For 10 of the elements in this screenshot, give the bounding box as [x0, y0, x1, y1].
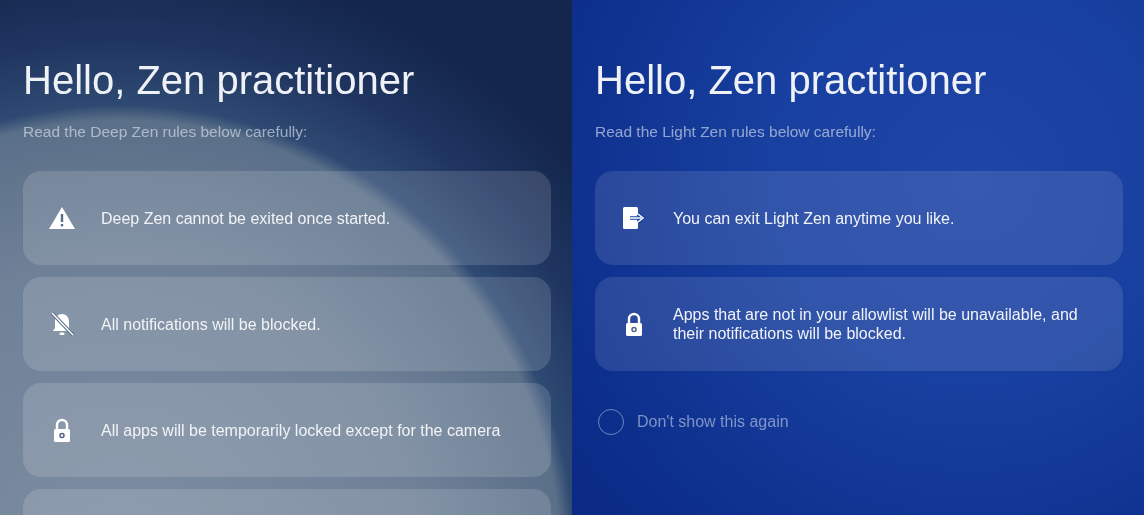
rule-text: Apps that are not in your allowlist will be unavailable, and their notifications will be blocked. — [673, 305, 1079, 344]
instruction-text: Read the Light Zen rules below carefully: — [595, 122, 877, 142]
greeting-title: Hello, Zen practitioner — [23, 58, 416, 102]
instruction-text: Read the Deep Zen rules below carefully: — [23, 122, 309, 142]
rule-text: Deep Zen cannot be exited once started. — [101, 208, 391, 228]
rule-text: All apps will be temporarily locked except for the camera — [101, 420, 501, 440]
rule-text: You can exit Light Zen anytime you like. — [673, 208, 955, 228]
greeting-title: Hello, Zen practitioner — [595, 58, 988, 102]
checkbox-label[interactable]: Don't show this again — [637, 410, 789, 435]
rule-text: All notifications will be blocked. — [101, 314, 321, 334]
